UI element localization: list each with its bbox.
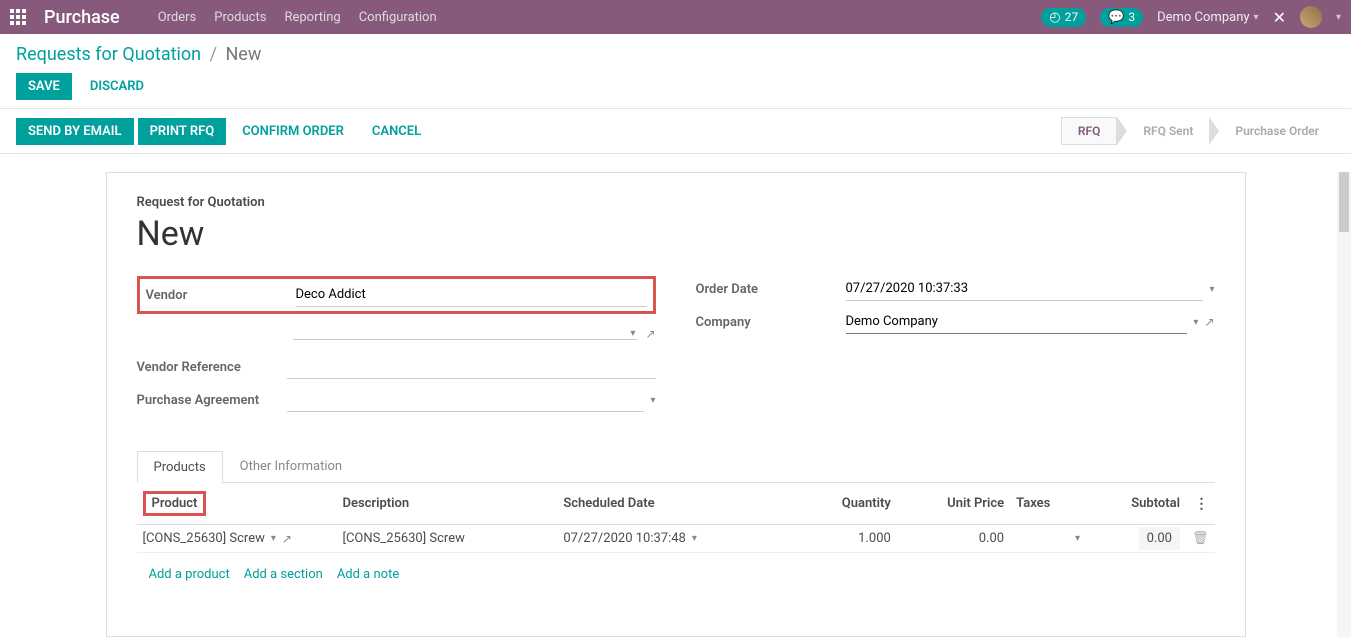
- trash-icon[interactable]: 🗑: [1192, 531, 1209, 546]
- product-caret-icon[interactable]: ▾: [271, 533, 276, 544]
- add-section-link[interactable]: Add a section: [244, 567, 323, 582]
- cancel-button[interactable]: Cancel: [360, 118, 433, 145]
- cell-description[interactable]: [CONS_25630] Screw: [337, 525, 558, 553]
- send-email-button[interactable]: Send by Email: [16, 118, 134, 145]
- messages-badge[interactable]: 💬 3: [1100, 8, 1143, 27]
- nav-reporting[interactable]: Reporting: [284, 10, 340, 25]
- save-button[interactable]: Save: [16, 73, 72, 100]
- control-panel: Requests for Quotation / New Save Discar…: [0, 34, 1351, 109]
- scrollbar[interactable]: [1337, 172, 1351, 637]
- products-table: Product Description Scheduled Date Quant…: [137, 483, 1215, 596]
- tab-other-information[interactable]: Other Information: [223, 450, 359, 482]
- caret-down-icon: ▾: [1254, 12, 1259, 23]
- add-product-link[interactable]: Add a product: [149, 567, 230, 582]
- purchase-agreement-input[interactable]: [287, 388, 645, 412]
- col-scheduled-date: Scheduled Date: [557, 483, 796, 525]
- status-rfq[interactable]: RFQ: [1061, 117, 1118, 145]
- nav-products[interactable]: Products: [214, 10, 266, 25]
- app-name: Purchase: [44, 7, 120, 28]
- cell-subtotal: 0.00: [1139, 527, 1180, 550]
- confirm-order-button[interactable]: Confirm Order: [230, 118, 356, 145]
- product-external-link-icon[interactable]: ↗: [282, 532, 292, 546]
- cell-scheduled-date[interactable]: 07/27/2020 10:37:48: [563, 531, 686, 546]
- status-purchase-order[interactable]: Purchase Order: [1219, 118, 1335, 144]
- table-row[interactable]: [CONS_25630] Screw ▾ ↗ [CONS_25630] Scre…: [137, 525, 1215, 553]
- purchase-agreement-label: Purchase Agreement: [137, 393, 287, 408]
- col-quantity: Quantity: [797, 483, 897, 525]
- nav-configuration[interactable]: Configuration: [359, 10, 437, 25]
- agreement-caret-icon[interactable]: ▾: [650, 395, 655, 406]
- timer-count: 27: [1065, 10, 1079, 24]
- vendor-caret-icon[interactable]: ▾: [630, 328, 635, 339]
- vendor-row-highlight: Vendor: [137, 276, 656, 314]
- apps-icon[interactable]: [10, 9, 26, 25]
- clock-icon: ◴: [1049, 10, 1060, 25]
- col-subtotal: Subtotal: [1086, 483, 1186, 525]
- order-date-input[interactable]: [846, 277, 1204, 301]
- company-label: Company: [696, 315, 846, 330]
- order-date-caret-icon[interactable]: ▾: [1209, 284, 1214, 295]
- nav-menu: Orders Products Reporting Configuration: [158, 10, 437, 25]
- company-input[interactable]: [846, 310, 1188, 334]
- company-caret-icon[interactable]: ▾: [1193, 317, 1198, 328]
- add-note-link[interactable]: Add a note: [337, 567, 399, 582]
- cell-quantity[interactable]: 1.000: [797, 525, 897, 553]
- messages-count: 3: [1128, 10, 1135, 24]
- status-rfq-sent[interactable]: RFQ Sent: [1127, 118, 1209, 144]
- nav-orders[interactable]: Orders: [158, 10, 197, 25]
- vendor-label: Vendor: [146, 288, 296, 303]
- user-caret-icon: ▾: [1336, 12, 1341, 23]
- vendor-ref-label: Vendor Reference: [137, 360, 287, 375]
- col-product: Product: [137, 483, 337, 525]
- tab-products[interactable]: Products: [137, 451, 223, 483]
- top-navbar: Purchase Orders Products Reporting Confi…: [0, 0, 1351, 34]
- breadcrumb: Requests for Quotation / New: [16, 44, 1335, 65]
- cell-unit-price[interactable]: 0.00: [897, 525, 1010, 553]
- print-rfq-button[interactable]: Print RFQ: [138, 118, 227, 145]
- col-taxes: Taxes: [1010, 483, 1086, 525]
- avatar[interactable]: [1300, 6, 1322, 28]
- col-description: Description: [337, 483, 558, 525]
- vendor-input[interactable]: [296, 283, 647, 307]
- form-title: New: [137, 214, 1215, 254]
- breadcrumb-current: New: [225, 44, 261, 65]
- company-external-link-icon[interactable]: ↗: [1204, 315, 1214, 329]
- tabs: Products Other Information: [137, 450, 1215, 483]
- date-caret-icon[interactable]: ▾: [692, 533, 697, 544]
- timer-badge[interactable]: ◴ 27: [1041, 8, 1086, 27]
- order-date-label: Order Date: [696, 282, 846, 297]
- chat-icon: 💬: [1108, 10, 1124, 25]
- col-unit-price: Unit Price: [897, 483, 1010, 525]
- breadcrumb-root[interactable]: Requests for Quotation: [16, 44, 201, 65]
- form-sheet: Request for Quotation New Vendor ▾ ↗: [106, 172, 1246, 637]
- discard-button[interactable]: Discard: [78, 73, 156, 100]
- kebab-icon[interactable]: ⋮: [1195, 496, 1209, 512]
- statusbar: Send by Email Print RFQ Confirm Order Ca…: [0, 109, 1351, 154]
- arrow-icon: [1209, 117, 1219, 145]
- close-icon[interactable]: ✕: [1273, 8, 1286, 27]
- company-selector[interactable]: Demo Company ▾: [1157, 10, 1258, 25]
- vendor-ref-input[interactable]: [287, 355, 656, 379]
- vendor-external-link-icon[interactable]: ↗: [645, 327, 655, 341]
- arrow-icon: [1117, 117, 1127, 145]
- form-subtitle: Request for Quotation: [137, 195, 1215, 210]
- cell-product[interactable]: [CONS_25630] Screw: [143, 531, 265, 546]
- taxes-caret-icon[interactable]: ▾: [1075, 533, 1080, 544]
